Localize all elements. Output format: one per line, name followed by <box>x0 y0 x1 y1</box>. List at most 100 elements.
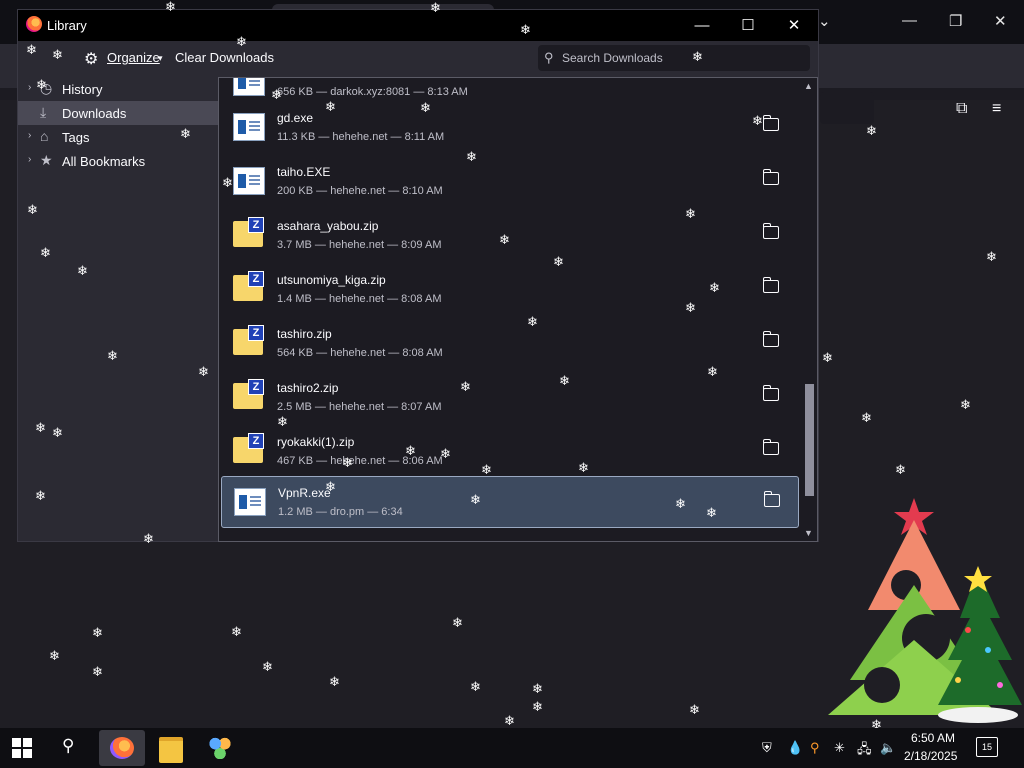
snowflake-icon: ❄ <box>35 420 46 435</box>
snowflake-icon: ❄ <box>342 455 353 470</box>
download-meta: 2.5 MB — hehehe.net — 8:07 AM <box>277 401 442 413</box>
windows-start-icon[interactable] <box>12 738 32 758</box>
zip-file-icon <box>233 271 264 301</box>
taskbar-app-network[interactable] <box>197 730 243 766</box>
download-name: tashiro.zip <box>277 327 332 341</box>
snowflake-icon: ❄ <box>685 206 696 221</box>
background-close-button[interactable]: ✕ <box>994 12 1007 30</box>
close-button[interactable]: ✕ <box>772 14 816 38</box>
folder-icon[interactable] <box>763 277 779 293</box>
people-icon <box>208 737 232 759</box>
taskbar-app-firefox[interactable] <box>99 730 145 766</box>
download-item[interactable]: taiho.EXE 200 KB — hehehe.net — 8:10 AM <box>219 154 799 208</box>
sidebar-item-label: Tags <box>62 130 90 145</box>
clock-time[interactable]: 6:50 AM <box>911 731 955 745</box>
sparkle-icon[interactable]: ✳ <box>834 740 845 756</box>
download-meta: 564 KB — hehehe.net — 8:08 AM <box>277 347 443 359</box>
menu-icon[interactable]: ≡ <box>992 100 1001 118</box>
snowflake-icon: ❄ <box>752 113 763 128</box>
background-urlbar[interactable] <box>820 92 874 124</box>
download-meta: 3.7 MB — hehehe.net — 8:09 AM <box>277 239 442 251</box>
snowflake-icon: ❄ <box>578 460 589 475</box>
scroll-down-icon[interactable]: ▼ <box>804 528 813 538</box>
security-alert-icon[interactable]: ⛨ <box>762 740 772 756</box>
minimize-button[interactable]: — <box>680 14 724 38</box>
snowflake-icon: ❄ <box>52 47 63 62</box>
taskbar-app-file-explorer[interactable] <box>148 730 194 766</box>
exe-file-icon <box>234 488 266 516</box>
snowflake-icon: ❄ <box>107 348 118 363</box>
snowflake-icon: ❄ <box>92 625 103 640</box>
background-minimize-button[interactable]: — <box>902 12 917 29</box>
clear-downloads-button[interactable]: Clear Downloads <box>175 50 274 65</box>
folder-icon[interactable] <box>763 385 779 401</box>
snowflake-icon: ❄ <box>40 245 51 260</box>
snowflake-icon: ❄ <box>861 410 872 425</box>
snowflake-icon: ❄ <box>470 492 481 507</box>
snowflake-icon: ❄ <box>466 149 477 164</box>
chevron-down-icon[interactable]: ▾ <box>158 53 163 64</box>
water-drop-icon[interactable]: 💧 <box>787 740 803 756</box>
chevron-down-icon[interactable]: ⌄ <box>818 12 831 30</box>
extensions-icon[interactable]: ⧉ <box>956 100 967 118</box>
scroll-up-icon[interactable]: ▲ <box>804 81 813 91</box>
snowflake-icon: ❄ <box>866 123 877 138</box>
snowflake-icon: ❄ <box>222 175 233 190</box>
snowflake-icon: ❄ <box>325 479 336 494</box>
organize-button[interactable]: Organize <box>107 50 160 65</box>
search-tool-icon[interactable]: ⚲ <box>810 740 820 756</box>
snowflake-icon: ❄ <box>689 702 700 717</box>
snowflake-icon: ❄ <box>481 462 492 477</box>
folder-icon[interactable] <box>763 439 779 455</box>
snowflake-icon: ❄ <box>271 87 282 102</box>
scroll-thumb[interactable] <box>805 384 814 496</box>
zip-file-icon <box>233 379 264 409</box>
zip-file-icon <box>233 325 264 355</box>
snowflake-icon: ❄ <box>960 397 971 412</box>
exe-file-icon <box>233 167 265 195</box>
search-input[interactable]: ⚲ Search Downloads <box>538 45 810 71</box>
folder-icon[interactable] <box>763 115 779 131</box>
snowflake-icon: ❄ <box>675 496 686 511</box>
sidebar-item-downloads[interactable]: ⤓ Downloads <box>18 101 218 125</box>
chevron-right-icon[interactable]: › <box>28 154 31 165</box>
download-name: gd.exe <box>277 111 314 125</box>
maximize-button[interactable]: ☐ <box>726 14 770 38</box>
download-item[interactable]: gd.exe 11.3 KB — hehehe.net — 8:11 AM <box>219 100 799 154</box>
snowflake-icon: ❄ <box>685 300 696 315</box>
sidebar-item-label: History <box>62 82 103 97</box>
snowflake-icon: ❄ <box>895 462 906 477</box>
network-icon[interactable]: 🖧 <box>857 740 872 762</box>
gear-icon[interactable]: ⚙ <box>84 49 98 69</box>
volume-icon[interactable]: 🔈 <box>880 740 896 756</box>
snowflake-icon: ❄ <box>532 699 543 714</box>
snowflake-icon: ❄ <box>527 314 538 329</box>
download-icon: ⤓ <box>40 104 47 120</box>
sidebar-item-history[interactable]: › ◷ History <box>18 77 218 101</box>
snowflake-icon: ❄ <box>92 664 103 679</box>
notification-center-button[interactable]: 15 <box>976 737 998 757</box>
folder-icon[interactable] <box>763 169 779 185</box>
search-icon[interactable]: ⚲ <box>62 736 74 756</box>
download-item-selected[interactable]: VpnR.exe 1.2 MB — dro.pm — 6:34 <box>221 476 799 528</box>
sidebar-item-all-bookmarks[interactable]: › ★ All Bookmarks <box>18 149 218 173</box>
snowflake-icon: ❄ <box>706 505 717 520</box>
snowflake-icon: ❄ <box>143 531 154 546</box>
download-item[interactable]: tashiro.zip 564 KB — hehehe.net — 8:08 A… <box>219 316 799 370</box>
search-icon: ⚲ <box>544 50 554 65</box>
snowflake-icon: ❄ <box>553 254 564 269</box>
download-name: utsunomiya_kiga.zip <box>277 273 386 287</box>
download-item[interactable]: ryokakki(1).zip 467 KB — hehehe.net — 8:… <box>219 424 799 478</box>
scrollbar[interactable]: ▲ ▼ <box>801 78 817 541</box>
download-meta: 200 KB — hehehe.net — 8:10 AM <box>277 185 443 197</box>
chevron-right-icon[interactable]: › <box>28 130 31 141</box>
clock-date[interactable]: 2/18/2025 <box>904 749 957 763</box>
background-restore-button[interactable]: ❐ <box>949 12 962 30</box>
snowflake-icon: ❄ <box>35 488 46 503</box>
snowflake-icon: ❄ <box>405 443 416 458</box>
folder-icon[interactable] <box>763 331 779 347</box>
chevron-right-icon[interactable]: › <box>28 82 31 93</box>
folder-icon[interactable] <box>764 491 780 507</box>
snowflake-icon: ❄ <box>26 42 37 57</box>
folder-icon[interactable] <box>763 223 779 239</box>
